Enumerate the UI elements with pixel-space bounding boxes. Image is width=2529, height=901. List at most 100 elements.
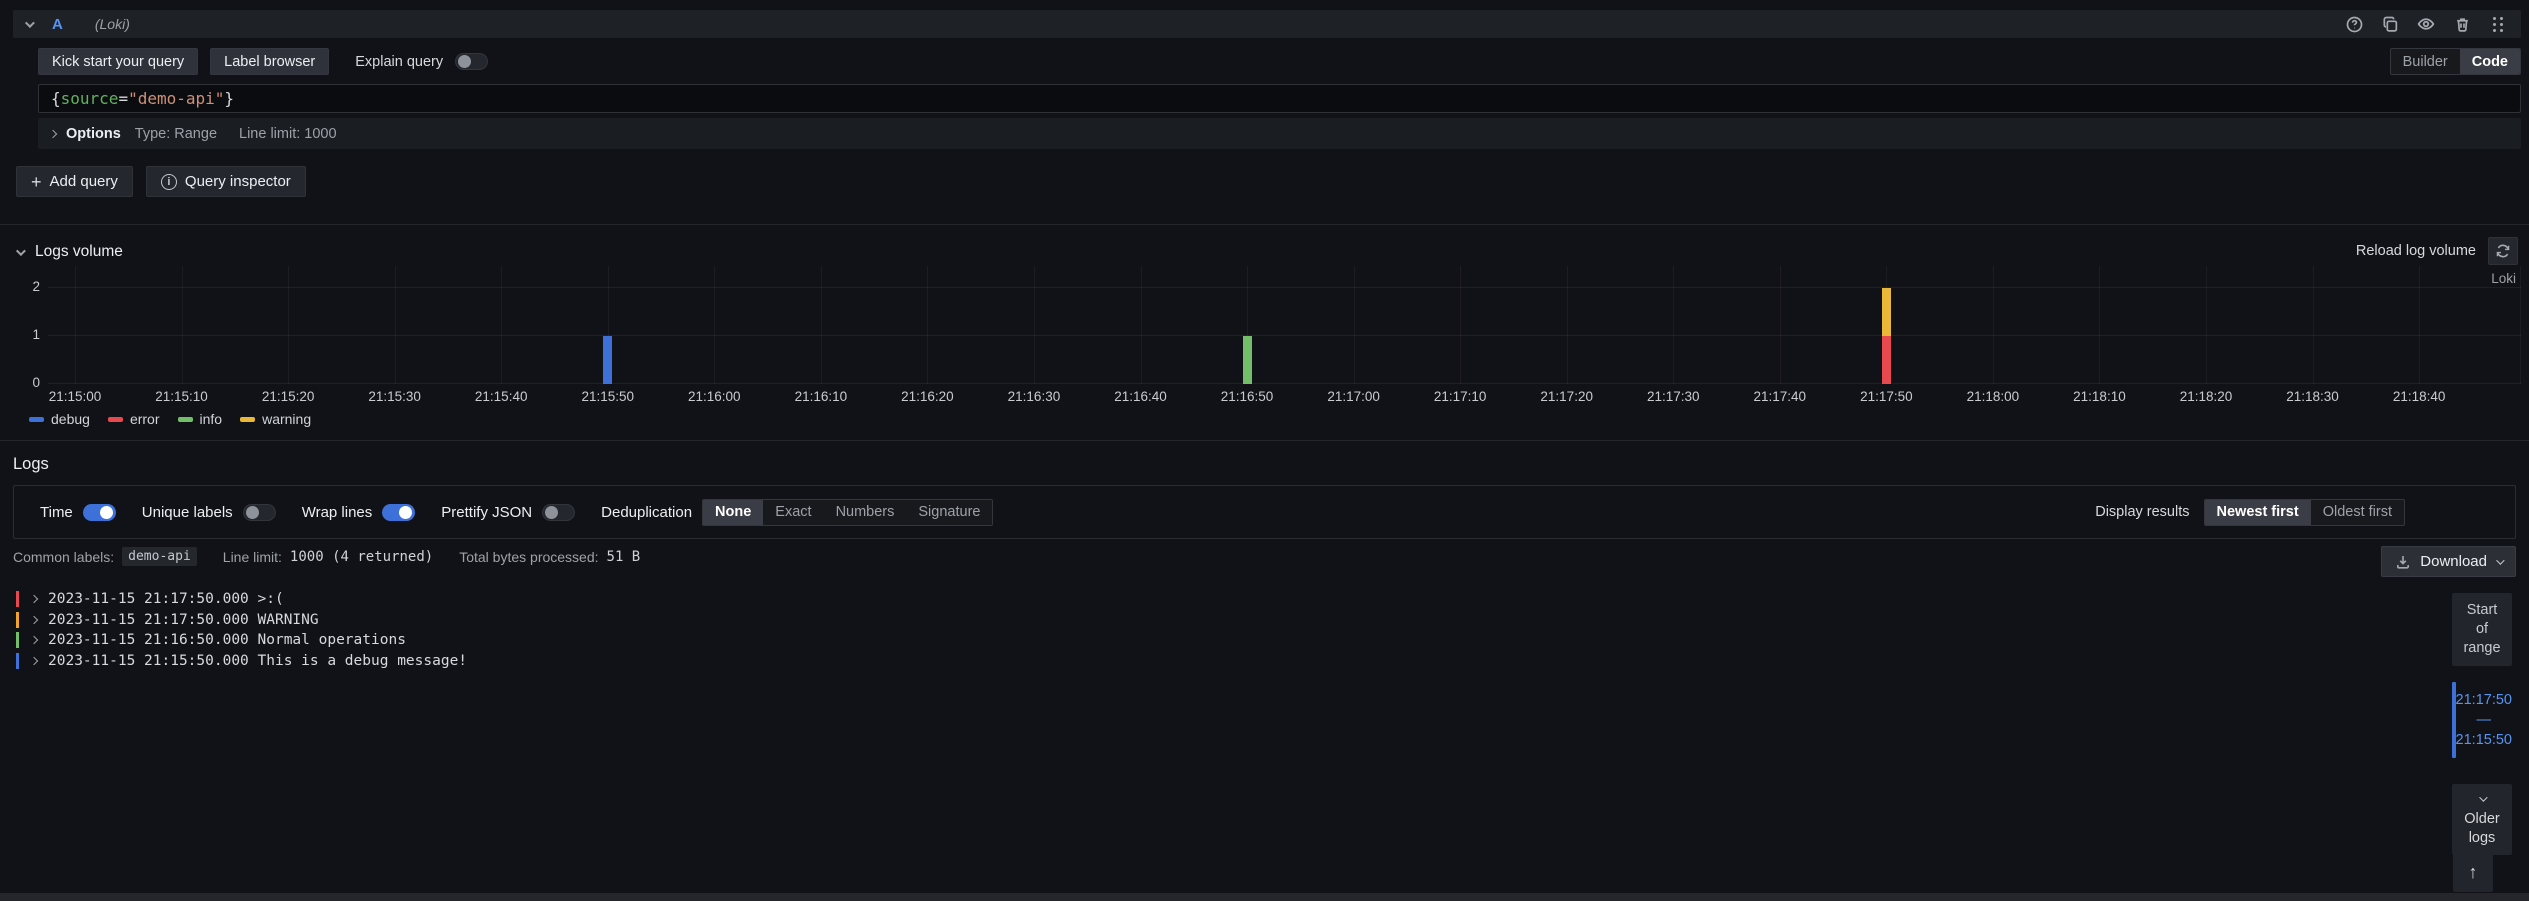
kick-start-query-button[interactable]: Kick start your query [38, 48, 198, 75]
log-row-error[interactable]: 2023-11-15 21:17:50.000 >:( [13, 589, 2419, 610]
chart-vgridline [2313, 266, 2314, 384]
scroll-to-top-button[interactable]: ↑ [2453, 852, 2493, 892]
explain-query-toggle[interactable] [455, 53, 488, 70]
legend-item-warning[interactable]: warning [240, 411, 311, 427]
legend-swatch-warning [240, 417, 255, 422]
chart-x-tick-label: 21:16:00 [688, 389, 741, 404]
chart-x-tick-label: 21:18:10 [2073, 389, 2126, 404]
logs-volume-collapse-icon[interactable] [16, 246, 26, 256]
reload-log-volume-button[interactable] [2488, 237, 2518, 265]
chart-vgridline [2206, 266, 2207, 384]
toggle-switch-time[interactable] [83, 504, 116, 521]
legend-item-error[interactable]: error [108, 411, 160, 427]
explain-query-label: Explain query [355, 54, 443, 70]
download-button[interactable]: Download [2381, 546, 2516, 577]
options-expand-icon[interactable] [49, 129, 57, 137]
info-circle-icon: i [161, 174, 177, 190]
chart-vgridline [2099, 266, 2100, 384]
dedup-option-exact[interactable]: Exact [763, 500, 823, 525]
log-line-text: 2023-11-15 21:17:50.000 WARNING [48, 612, 319, 628]
toggle-control-wrap-lines: Wrap lines [302, 504, 416, 521]
download-icon [2395, 554, 2411, 570]
common-labels-value: demo-api [122, 547, 197, 566]
log-row-info[interactable]: 2023-11-15 21:16:50.000 Normal operation… [13, 630, 2419, 651]
toggle-control-prettify-json: Prettify JSON [441, 504, 575, 521]
download-caret-icon [2496, 556, 2504, 564]
line-limit-value: 1000 (4 returned) [290, 549, 433, 565]
collapse-query-row-icon[interactable] [25, 18, 35, 28]
chart-x-tick-label: 21:18:40 [2393, 389, 2446, 404]
dedup-option-none[interactable]: None [703, 500, 763, 525]
label-browser-button[interactable]: Label browser [210, 48, 329, 75]
legend-item-debug[interactable]: debug [29, 411, 90, 427]
editor-mode-builder[interactable]: Builder [2391, 49, 2460, 74]
query-inspector-button[interactable]: i Query inspector [146, 166, 306, 197]
download-label: Download [2420, 553, 2487, 570]
legend-item-info[interactable]: info [178, 411, 223, 427]
logs-volume-chart [48, 266, 2521, 384]
duplicate-query-icon[interactable] [2379, 13, 2401, 35]
logs-toggles: Time Unique labels Wrap lines Prettify JSON [40, 504, 601, 521]
arrow-up-icon: ↑ [2469, 862, 2478, 883]
chart-vgridline [1034, 266, 1035, 384]
log-expand-chevron-icon[interactable] [30, 657, 38, 665]
display-results-group: Newest firstOldest first [2204, 499, 2406, 526]
log-expand-chevron-icon[interactable] [30, 636, 38, 644]
toggle-label: Unique labels [142, 504, 233, 521]
dedup-option-numbers[interactable]: Numbers [824, 500, 907, 525]
toggle-control-time: Time [40, 504, 116, 521]
chart-x-tick-label: 21:16:10 [795, 389, 848, 404]
log-row-debug[interactable]: 2023-11-15 21:15:50.000 This is a debug … [13, 651, 2419, 672]
chart-x-tick-label: 21:15:10 [155, 389, 208, 404]
remove-query-trash-icon[interactable] [2451, 13, 2473, 35]
page-footer-strip [0, 893, 2529, 901]
range-to-time: 21:15:50 [2456, 732, 2512, 748]
add-query-button[interactable]: + Add query [16, 166, 133, 197]
logs-section: Logs TimeUnique labelsWrap linesPrettify… [0, 440, 2529, 893]
log-row-warning[interactable]: 2023-11-15 21:17:50.000 WARNING [13, 610, 2419, 631]
options-title: Options [66, 126, 121, 142]
log-level-bar-debug [16, 653, 19, 669]
chart-vgridline [288, 266, 289, 384]
help-icon[interactable] [2343, 13, 2365, 35]
chart-bar-warning [1882, 288, 1891, 336]
toggle-label: Wrap lines [302, 504, 373, 521]
older-logs-button[interactable]: Olderlogs [2452, 784, 2512, 855]
chart-bar-error [1882, 336, 1891, 384]
log-expand-chevron-icon[interactable] [30, 595, 38, 603]
toggle-switch-unique-labels[interactable] [243, 504, 276, 521]
dedup-option-signature[interactable]: Signature [906, 500, 992, 525]
display-option-oldest-first[interactable]: Oldest first [2311, 500, 2404, 525]
query-options-row[interactable]: Options Type: Range Line limit: 1000 [38, 118, 2521, 149]
toggle-switch-wrap-lines[interactable] [382, 504, 415, 521]
log-line-text: 2023-11-15 21:15:50.000 This is a debug … [48, 653, 467, 669]
editor-mode-code[interactable]: Code [2460, 49, 2520, 74]
chart-x-tick-label: 21:18:30 [2286, 389, 2339, 404]
log-expand-chevron-icon[interactable] [30, 616, 38, 624]
chart-hgridline [48, 383, 2521, 384]
toggle-switch-prettify-json[interactable] [542, 504, 575, 521]
query-token-value: "demo-api" [128, 89, 224, 108]
legend-swatch-debug [29, 417, 44, 422]
query-row-header[interactable]: A (Loki) [13, 10, 2521, 38]
chart-x-tick-label: 21:17:50 [1860, 389, 1913, 404]
chart-y-tick-label: 2 [14, 279, 40, 294]
chart-x-tick-label: 21:16:20 [901, 389, 954, 404]
log-range-indicator[interactable]: 21:17:50 — 21:15:50 [2452, 682, 2512, 758]
chart-bar-debug [603, 336, 612, 384]
grafana-explore-screen: A (Loki) Kick start your query Label bro… [0, 0, 2529, 901]
hide-response-eye-icon[interactable] [2415, 13, 2437, 35]
add-query-label: Add query [50, 173, 118, 190]
chart-x-axis: 21:15:0021:15:1021:15:2021:15:3021:15:40… [48, 389, 2521, 405]
chart-vgridline [1780, 266, 1781, 384]
logs-volume-header[interactable]: Logs volume [16, 243, 123, 261]
chart-vgridline [501, 266, 502, 384]
query-token-label: source [61, 89, 119, 108]
query-code-editor[interactable]: {source="demo-api"} [38, 84, 2521, 113]
datasource-name: (Loki) [95, 16, 130, 32]
start-of-range-button[interactable]: Startofrange [2452, 593, 2512, 666]
display-option-newest-first[interactable]: Newest first [2205, 500, 2311, 525]
chart-bar-info [1243, 336, 1252, 384]
drag-handle-icon[interactable] [2487, 13, 2509, 35]
log-level-bar-error [16, 591, 19, 607]
